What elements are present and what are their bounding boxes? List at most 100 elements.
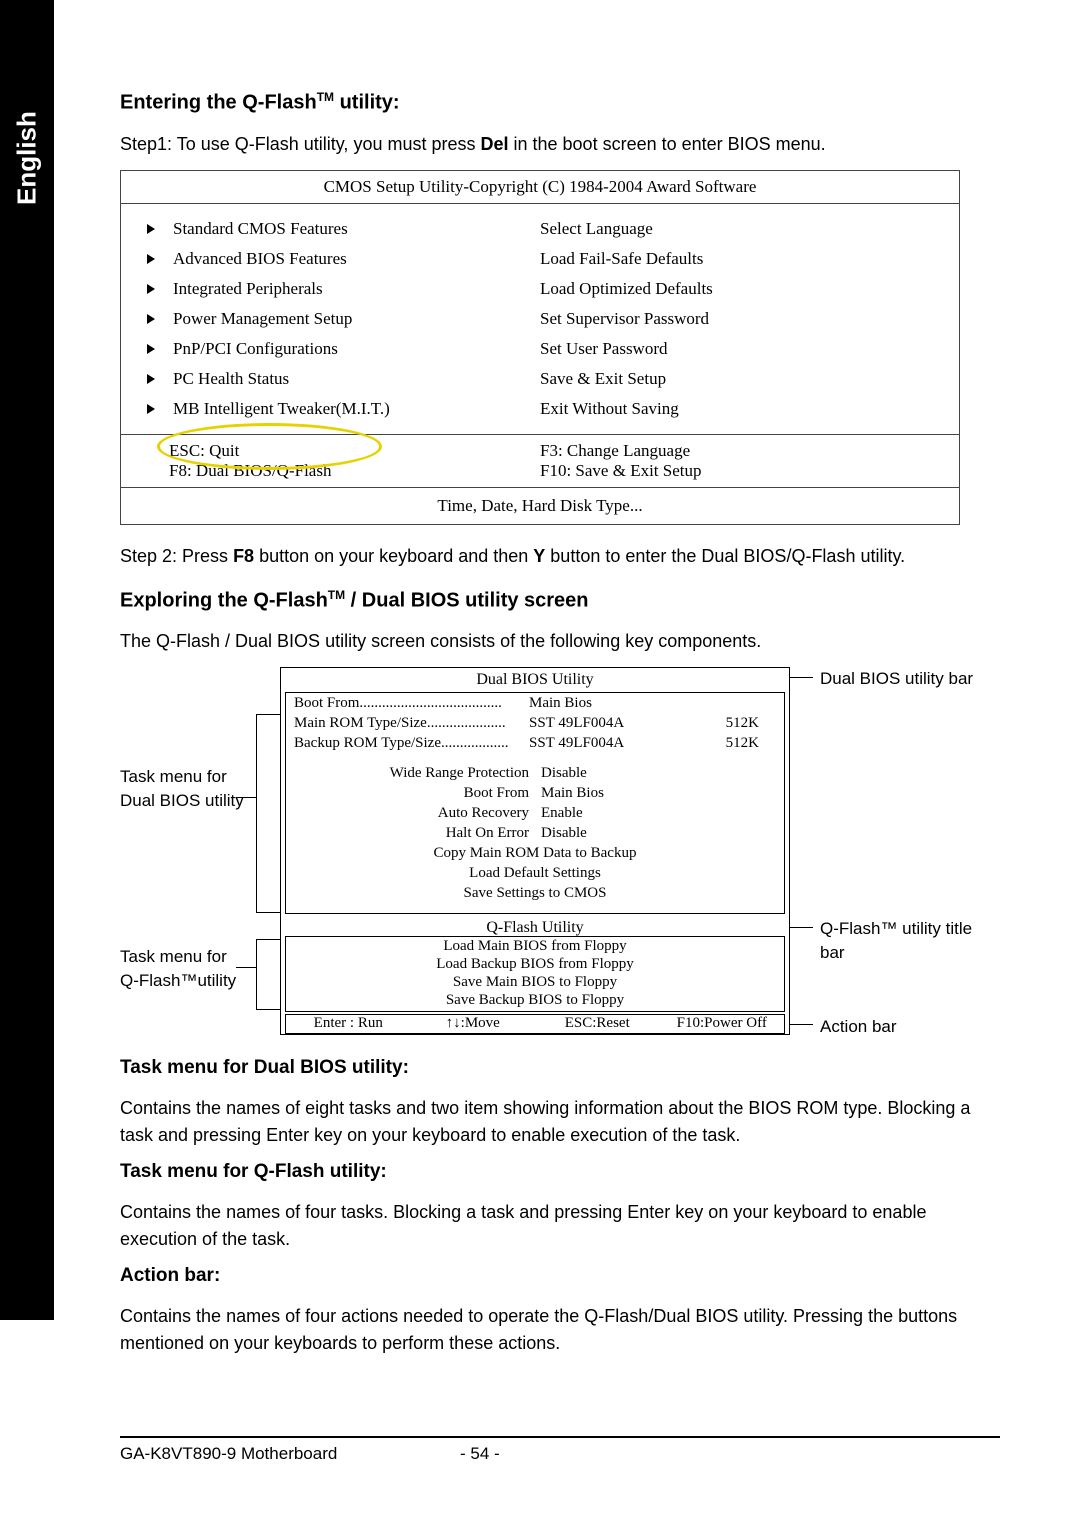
label: Boot From...............................…: [294, 693, 529, 713]
value: SST 49LF004A: [529, 713, 679, 733]
menu-item[interactable]: PnP/PCI Configurations: [141, 334, 540, 364]
key-hint: F10: Save & Exit Setup: [540, 461, 939, 481]
step2-text: Step 2: Press F8 button on your keyboard…: [120, 543, 1000, 570]
connector: [236, 967, 256, 968]
text: Q-Flash™ utility title: [820, 917, 972, 941]
task-item[interactable]: Save Backup BIOS to Floppy: [286, 991, 784, 1009]
cmos-body: Standard CMOS Features Advanced BIOS Fea…: [121, 204, 959, 434]
cmos-footer-keys: ESC: Quit F8: Dual BIOS/Q-Flash F3: Chan…: [121, 434, 959, 487]
triangle-icon: [147, 344, 155, 354]
connector: [256, 714, 257, 912]
key-hint: ESC: Quit: [169, 441, 540, 461]
label-qflash-title-bar: Q-Flash™ utility title bar: [820, 917, 972, 965]
task-item[interactable]: Copy Main ROM Data to Backup: [286, 843, 784, 863]
action-move: ↑↓:Move: [411, 1015, 536, 1033]
menu-item[interactable]: Set User Password: [540, 334, 939, 364]
para-task-qflash: Contains the names of four tasks. Blocki…: [120, 1199, 1000, 1253]
menu-item[interactable]: Save & Exit Setup: [540, 364, 939, 394]
menu-item[interactable]: Standard CMOS Features: [141, 214, 540, 244]
menu-item[interactable]: Exit Without Saving: [540, 394, 939, 424]
task-item[interactable]: Load Default Settings: [286, 863, 784, 883]
task-item[interactable]: Save Settings to CMOS: [286, 883, 784, 903]
cmos-left-column: Standard CMOS Features Advanced BIOS Fea…: [141, 214, 540, 424]
label-task-dual-bios: Task menu for Dual BIOS utility: [120, 765, 250, 813]
triangle-icon: [147, 254, 155, 264]
menu-item[interactable]: Advanced BIOS Features: [141, 244, 540, 274]
step1-text: Step1: To use Q-Flash utility, you must …: [120, 131, 1000, 158]
label: Main ROM Type/Size.....................: [294, 713, 529, 733]
key-y: Y: [533, 546, 545, 566]
menu-item[interactable]: PC Health Status: [141, 364, 540, 394]
heading-task-qflash: Task menu for Q-Flash utility:: [120, 1161, 1000, 1183]
dual-bios-box: Dual BIOS Utility Boot From.............…: [280, 667, 790, 1035]
text: Task menu for: [120, 945, 270, 969]
cmos-right-column: Select Language Load Fail-Safe Defaults …: [540, 214, 939, 424]
text: PnP/PCI Configurations: [173, 334, 338, 364]
menu-item[interactable]: Set Supervisor Password: [540, 304, 939, 334]
footer-page-number: - 54 -: [460, 1444, 500, 1464]
setting-value: Main Bios: [541, 783, 604, 803]
menu-item[interactable]: Integrated Peripherals: [141, 274, 540, 304]
value: SST 49LF004A: [529, 733, 679, 753]
footer-product: GA-K8VT890-9 Motherboard: [120, 1444, 460, 1464]
qflash-task-box: Load Main BIOS from Floppy Load Backup B…: [285, 936, 785, 1012]
triangle-icon: [147, 404, 155, 414]
dual-bios-diagram: Task menu for Dual BIOS utility Task men…: [120, 667, 1000, 1037]
label-action-bar: Action bar: [820, 1015, 897, 1039]
text: Q-Flash™utility: [120, 969, 270, 993]
text: PC Health Status: [173, 364, 289, 394]
heading-text: Entering the Q-Flash: [120, 92, 317, 114]
heading-text: utility:: [334, 92, 400, 114]
triangle-icon: [147, 314, 155, 324]
menu-item[interactable]: MB Intelligent Tweaker(M.I.T.): [141, 394, 540, 424]
task-item[interactable]: Save Main BIOS to Floppy: [286, 973, 784, 991]
menu-item[interactable]: Select Language: [540, 214, 939, 244]
value: 512K: [679, 733, 759, 753]
language-tab: English: [0, 78, 54, 238]
action-esc: ESC:Reset: [535, 1015, 660, 1033]
text: Load Optimized Defaults: [540, 274, 713, 304]
text: Save & Exit Setup: [540, 364, 666, 394]
exploring-desc: The Q-Flash / Dual BIOS utility screen c…: [120, 628, 1000, 655]
menu-item[interactable]: Power Management Setup: [141, 304, 540, 334]
para-action-bar: Contains the names of four actions neede…: [120, 1303, 1000, 1357]
text: button on your keyboard and then: [254, 546, 533, 566]
label: Backup ROM Type/Size..................: [294, 733, 529, 753]
text: Integrated Peripherals: [173, 274, 323, 304]
text: Exit Without Saving: [540, 394, 679, 424]
setting-key: Boot From: [294, 783, 529, 803]
label-dual-bios-bar: Dual BIOS utility bar: [820, 667, 973, 691]
text: Power Management Setup: [173, 304, 352, 334]
tm-symbol: TM: [317, 90, 334, 104]
dual-bios-task-box: Boot From...............................…: [285, 692, 785, 914]
tm-symbol: TM: [328, 588, 345, 602]
cmos-title: CMOS Setup Utility-Copyright (C) 1984-20…: [121, 171, 959, 204]
menu-item[interactable]: Load Optimized Defaults: [540, 274, 939, 304]
task-item[interactable]: Load Backup BIOS from Floppy: [286, 955, 784, 973]
text: MB Intelligent Tweaker(M.I.T.): [173, 394, 390, 424]
value: Main Bios: [529, 693, 679, 713]
setting-value: Disable: [541, 763, 587, 783]
heading-exploring: Exploring the Q-FlashTM / Dual BIOS util…: [120, 588, 1000, 613]
triangle-icon: [147, 284, 155, 294]
label-task-qflash: Task menu for Q-Flash™utility: [120, 945, 270, 993]
connector: [256, 939, 257, 1009]
setting-key: Wide Range Protection: [294, 763, 529, 783]
action-bar-box: Enter : Run ↑↓:Move ESC:Reset F10:Power …: [285, 1014, 785, 1034]
content-area: Entering the Q-FlashTM utility: Step1: T…: [120, 90, 1000, 1369]
text: Load Fail-Safe Defaults: [540, 244, 703, 274]
key-del: Del: [480, 134, 508, 154]
key-hint: F8: Dual BIOS/Q-Flash: [169, 461, 540, 481]
text: Standard CMOS Features: [173, 214, 348, 244]
key-f8: F8: [233, 546, 254, 566]
text: Select Language: [540, 214, 653, 244]
task-item[interactable]: Load Main BIOS from Floppy: [286, 937, 784, 955]
triangle-icon: [147, 224, 155, 234]
heading-text: / Dual BIOS utility screen: [345, 589, 588, 611]
triangle-icon: [147, 374, 155, 384]
text: Set User Password: [540, 334, 668, 364]
connector: [236, 797, 256, 798]
cmos-help-line: Time, Date, Hard Disk Type...: [121, 487, 959, 524]
setting-value: Enable: [541, 803, 583, 823]
menu-item[interactable]: Load Fail-Safe Defaults: [540, 244, 939, 274]
